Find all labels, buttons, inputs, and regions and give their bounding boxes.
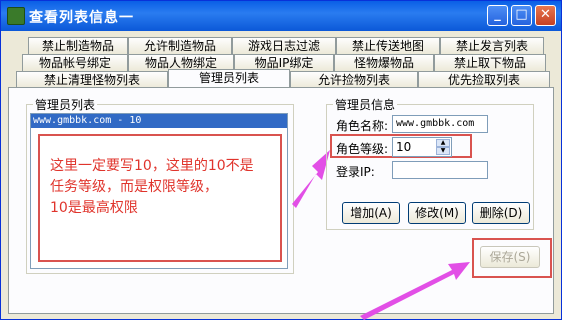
login-ip-label: 登录IP:: [336, 165, 375, 179]
admin-list-group-title: 管理员列表: [33, 96, 98, 113]
spin-down-icon[interactable]: ▼: [436, 147, 450, 155]
tab-priority-pickup[interactable]: 优先捡取列表: [418, 71, 550, 88]
tab-admin-list[interactable]: 管理员列表: [168, 69, 290, 88]
title-bar[interactable]: 查看列表信息一 _ □ ✕: [1, 1, 561, 31]
role-level-value: 10: [396, 140, 412, 154]
window-title: 查看列表信息一: [29, 10, 134, 26]
add-button[interactable]: 增加(A): [342, 202, 400, 224]
role-name-input[interactable]: www.gmbbk.com: [392, 115, 488, 133]
minimize-button[interactable]: _: [487, 5, 508, 26]
note-line: 这里一定要写10，这里的10不是: [50, 158, 254, 174]
close-button[interactable]: ✕: [535, 5, 556, 26]
delete-button[interactable]: 删除(D): [472, 202, 530, 224]
tab-allow-craft[interactable]: 允许制造物品: [128, 37, 232, 54]
maximize-button[interactable]: □: [511, 5, 532, 26]
save-button[interactable]: 保存(S): [480, 246, 540, 268]
admin-info-group-title: 管理员信息: [333, 96, 398, 113]
tab-ban-unequip[interactable]: 禁止取下物品: [434, 54, 546, 71]
app-icon: [7, 7, 25, 25]
tab-ban-craft[interactable]: 禁止制造物品: [28, 37, 128, 54]
login-ip-input[interactable]: [392, 161, 488, 179]
edit-button[interactable]: 修改(M): [408, 202, 466, 224]
role-level-input[interactable]: 10 ▲ ▼: [392, 137, 452, 157]
note-line: 任务等级，而是权限等级，: [50, 179, 218, 195]
tab-strip: 禁止制造物品 允许制造物品 游戏日志过滤 禁止传送地图 禁止发言列表 物品帐号绑…: [8, 34, 554, 88]
tab-ban-clear-monster[interactable]: 禁止清理怪物列表: [16, 71, 168, 88]
role-level-label: 角色等级:: [336, 142, 389, 156]
tab-item-account-bind[interactable]: 物品帐号绑定: [22, 54, 128, 71]
tab-monster-drop[interactable]: 怪物爆物品: [334, 54, 434, 71]
tab-ban-chat[interactable]: 禁止发言列表: [440, 37, 544, 54]
annotation-note: 这里一定要写10，这里的10不是 任务等级，而是权限等级， 10是最高权限: [38, 134, 282, 262]
tab-ban-teleport[interactable]: 禁止传送地图: [336, 37, 440, 54]
level-spinner[interactable]: ▲ ▼: [436, 139, 450, 157]
tab-log-filter[interactable]: 游戏日志过滤: [232, 37, 336, 54]
role-name-label: 角色名称:: [336, 119, 389, 133]
spin-up-icon[interactable]: ▲: [436, 139, 450, 147]
list-item[interactable]: www.gmbbk.com - 10: [31, 114, 287, 128]
note-line: 10是最高权限: [50, 200, 138, 216]
tab-allow-pickup[interactable]: 允许捡物列表: [290, 71, 418, 88]
